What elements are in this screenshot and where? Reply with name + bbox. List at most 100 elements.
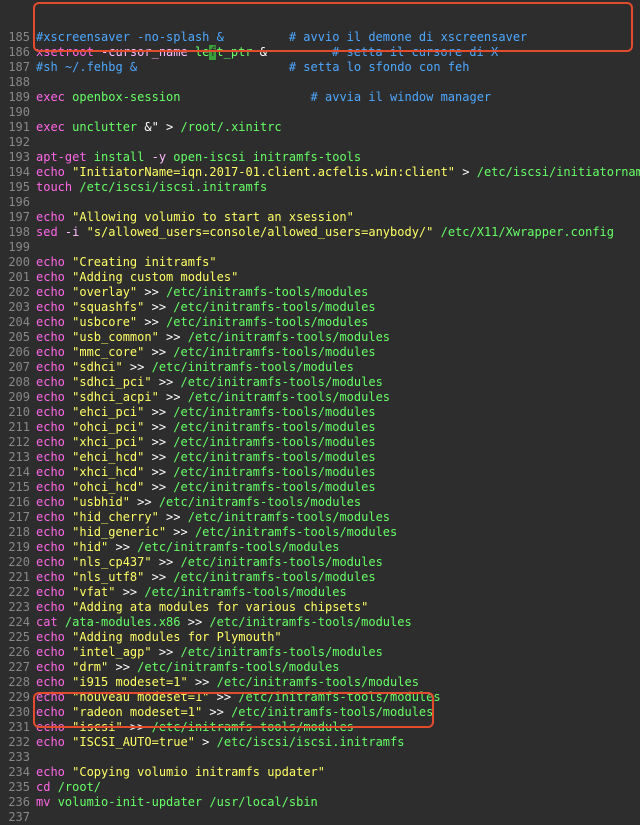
line-content[interactable]: echo "InitiatorName=iqn.2017-01.client.a… — [36, 165, 640, 180]
code-line[interactable]: 230echo "radeon modeset=1" >> /etc/initr… — [0, 705, 640, 720]
line-content[interactable]: echo "nls_cp437" >> /etc/initramfs-tools… — [36, 555, 640, 570]
code-line[interactable]: 185#xscreensaver -no-splash & # avvio il… — [0, 30, 640, 45]
code-line[interactable]: 202echo "overlay" >> /etc/initramfs-tool… — [0, 285, 640, 300]
line-content[interactable]: echo "sdhci_acpi" >> /etc/initramfs-tool… — [36, 390, 640, 405]
code-line[interactable]: 215echo "ohci_hcd" >> /etc/initramfs-too… — [0, 480, 640, 495]
code-line[interactable]: 192 — [0, 135, 640, 150]
line-content[interactable]: sed -i "s/allowed_users=console/allowed_… — [36, 225, 640, 240]
code-line[interactable]: 194echo "InitiatorName=iqn.2017-01.clien… — [0, 165, 640, 180]
line-content[interactable]: echo "overlay" >> /etc/initramfs-tools/m… — [36, 285, 640, 300]
code-line[interactable]: 204echo "usbcore" >> /etc/initramfs-tool… — [0, 315, 640, 330]
code-line[interactable]: 205echo "usb_common" >> /etc/initramfs-t… — [0, 330, 640, 345]
line-content[interactable]: apt-get install -y open-iscsi initramfs-… — [36, 150, 640, 165]
line-content[interactable]: echo "sdhci_pci" >> /etc/initramfs-tools… — [36, 375, 640, 390]
code-line[interactable]: 217echo "hid_cherry" >> /etc/initramfs-t… — [0, 510, 640, 525]
code-line[interactable]: 212echo "xhci_pci" >> /etc/initramfs-too… — [0, 435, 640, 450]
line-content[interactable]: echo "intel_agp" >> /etc/initramfs-tools… — [36, 645, 640, 660]
code-line[interactable]: 228echo "i915 modeset=1" >> /etc/initram… — [0, 675, 640, 690]
code-line[interactable]: 209echo "sdhci_acpi" >> /etc/initramfs-t… — [0, 390, 640, 405]
code-line[interactable]: 213echo "ehci_hcd" >> /etc/initramfs-too… — [0, 450, 640, 465]
code-editor[interactable]: 185#xscreensaver -no-splash & # avvio il… — [0, 0, 640, 825]
code-line[interactable]: 233 — [0, 750, 640, 765]
code-line[interactable]: 216echo "usbhid" >> /etc/initramfs-tools… — [0, 495, 640, 510]
code-line[interactable]: 232echo "ISCSI_AUTO=true" > /etc/iscsi/i… — [0, 735, 640, 750]
code-line[interactable]: 190 — [0, 105, 640, 120]
line-content[interactable]: echo "i915 modeset=1" >> /etc/initramfs-… — [36, 675, 640, 690]
line-content[interactable]: echo "nls_utf8" >> /etc/initramfs-tools/… — [36, 570, 640, 585]
code-line[interactable]: 206echo "mmc_core" >> /etc/initramfs-too… — [0, 345, 640, 360]
code-line[interactable]: 208echo "sdhci_pci" >> /etc/initramfs-to… — [0, 375, 640, 390]
code-line[interactable]: 235cd /root/ — [0, 780, 640, 795]
line-content[interactable]: echo "Adding custom modules" — [36, 270, 640, 285]
line-content[interactable]: echo "xhci_hcd" >> /etc/initramfs-tools/… — [36, 465, 640, 480]
line-content[interactable]: echo "Adding modules for Plymouth" — [36, 630, 640, 645]
code-line[interactable]: 186xsetroot -cursor_name left_ptr & # se… — [0, 45, 640, 60]
line-content[interactable]: echo "ehci_hcd" >> /etc/initramfs-tools/… — [36, 450, 640, 465]
line-content[interactable]: echo "Allowing volumio to start an xsess… — [36, 210, 640, 225]
code-line[interactable]: 191exec unclutter &" > /root/.xinitrc — [0, 120, 640, 135]
line-content[interactable]: echo "radeon modeset=1" >> /etc/initramf… — [36, 705, 640, 720]
code-line[interactable]: 234echo "Copying volumio initramfs updat… — [0, 765, 640, 780]
code-line[interactable]: 214echo "xhci_hcd" >> /etc/initramfs-too… — [0, 465, 640, 480]
line-content[interactable]: echo "xhci_pci" >> /etc/initramfs-tools/… — [36, 435, 640, 450]
line-content[interactable]: echo "nouveau modeset=1" >> /etc/initram… — [36, 690, 640, 705]
line-content[interactable]: xsetroot -cursor_name left_ptr & # setta… — [36, 45, 640, 60]
code-line[interactable]: 223echo "Adding ata modules for various … — [0, 600, 640, 615]
line-content[interactable]: echo "mmc_core" >> /etc/initramfs-tools/… — [36, 345, 640, 360]
line-content[interactable]: echo "ohci_pci" >> /etc/initramfs-tools/… — [36, 420, 640, 435]
line-content[interactable]: echo "hid_cherry" >> /etc/initramfs-tool… — [36, 510, 640, 525]
line-content[interactable]: echo "usbhid" >> /etc/initramfs-tools/mo… — [36, 495, 640, 510]
line-content[interactable]: echo "Creating initramfs" — [36, 255, 640, 270]
code-line[interactable]: 198sed -i "s/allowed_users=console/allow… — [0, 225, 640, 240]
line-content[interactable]: mv volumio-init-updater /usr/local/sbin — [36, 795, 640, 810]
line-content[interactable]: #sh ~/.fehbg & # setta lo sfondo con feh — [36, 60, 640, 75]
code-line[interactable]: 211echo "ohci_pci" >> /etc/initramfs-too… — [0, 420, 640, 435]
line-content[interactable]: echo "usbcore" >> /etc/initramfs-tools/m… — [36, 315, 640, 330]
line-content[interactable]: echo "ehci_pci" >> /etc/initramfs-tools/… — [36, 405, 640, 420]
code-line[interactable]: 222echo "vfat" >> /etc/initramfs-tools/m… — [0, 585, 640, 600]
code-line[interactable]: 188 — [0, 75, 640, 90]
line-content[interactable]: echo "usb_common" >> /etc/initramfs-tool… — [36, 330, 640, 345]
code-line[interactable]: 189exec openbox-session # avvia il windo… — [0, 90, 640, 105]
line-content[interactable]: echo "drm" >> /etc/initramfs-tools/modul… — [36, 660, 640, 675]
line-content[interactable]: echo "Adding ata modules for various chi… — [36, 600, 640, 615]
code-line[interactable]: 220echo "nls_cp437" >> /etc/initramfs-to… — [0, 555, 640, 570]
line-content[interactable]: touch /etc/iscsi/iscsi.initramfs — [36, 180, 640, 195]
line-content[interactable]: echo "iscsi" >> /etc/initramfs-tools/mod… — [36, 720, 640, 735]
code-line[interactable]: 193apt-get install -y open-iscsi initram… — [0, 150, 640, 165]
line-content[interactable]: #xscreensaver -no-splash & # avvio il de… — [36, 30, 640, 45]
code-line[interactable]: 225echo "Adding modules for Plymouth" — [0, 630, 640, 645]
code-line[interactable]: 201echo "Adding custom modules" — [0, 270, 640, 285]
code-line[interactable]: 236mv volumio-init-updater /usr/local/sb… — [0, 795, 640, 810]
code-line[interactable]: 227echo "drm" >> /etc/initramfs-tools/mo… — [0, 660, 640, 675]
line-content[interactable]: echo "squashfs" >> /etc/initramfs-tools/… — [36, 300, 640, 315]
code-line[interactable]: 187#sh ~/.fehbg & # setta lo sfondo con … — [0, 60, 640, 75]
code-line[interactable]: 199 — [0, 240, 640, 255]
line-content[interactable]: echo "hid" >> /etc/initramfs-tools/modul… — [36, 540, 640, 555]
code-line[interactable]: 224cat /ata-modules.x86 >> /etc/initramf… — [0, 615, 640, 630]
code-line[interactable]: 196 — [0, 195, 640, 210]
line-content[interactable]: echo "sdhci" >> /etc/initramfs-tools/mod… — [36, 360, 640, 375]
line-content[interactable]: echo "ISCSI_AUTO=true" > /etc/iscsi/iscs… — [36, 735, 640, 750]
line-content[interactable]: exec openbox-session # avvia il window m… — [36, 90, 640, 105]
line-content[interactable]: echo "hid_generic" >> /etc/initramfs-too… — [36, 525, 640, 540]
code-line[interactable]: 231echo "iscsi" >> /etc/initramfs-tools/… — [0, 720, 640, 735]
code-line[interactable]: 218echo "hid_generic" >> /etc/initramfs-… — [0, 525, 640, 540]
code-line[interactable]: 237 — [0, 810, 640, 825]
code-line[interactable]: 226echo "intel_agp" >> /etc/initramfs-to… — [0, 645, 640, 660]
line-content[interactable]: exec unclutter &" > /root/.xinitrc — [36, 120, 640, 135]
code-line[interactable]: 207echo "sdhci" >> /etc/initramfs-tools/… — [0, 360, 640, 375]
line-content[interactable]: cat /ata-modules.x86 >> /etc/initramfs-t… — [36, 615, 640, 630]
line-content[interactable]: cd /root/ — [36, 780, 640, 795]
line-content[interactable]: echo "Copying volumio initramfs updater" — [36, 765, 640, 780]
code-line[interactable]: 219echo "hid" >> /etc/initramfs-tools/mo… — [0, 540, 640, 555]
code-line[interactable]: 229echo "nouveau modeset=1" >> /etc/init… — [0, 690, 640, 705]
code-line[interactable]: 197echo "Allowing volumio to start an xs… — [0, 210, 640, 225]
code-line[interactable]: 210echo "ehci_pci" >> /etc/initramfs-too… — [0, 405, 640, 420]
line-content[interactable]: echo "ohci_hcd" >> /etc/initramfs-tools/… — [36, 480, 640, 495]
code-line[interactable]: 200echo "Creating initramfs" — [0, 255, 640, 270]
line-content[interactable]: echo "vfat" >> /etc/initramfs-tools/modu… — [36, 585, 640, 600]
code-line[interactable]: 221echo "nls_utf8" >> /etc/initramfs-too… — [0, 570, 640, 585]
code-line[interactable]: 203echo "squashfs" >> /etc/initramfs-too… — [0, 300, 640, 315]
code-line[interactable]: 195touch /etc/iscsi/iscsi.initramfs — [0, 180, 640, 195]
